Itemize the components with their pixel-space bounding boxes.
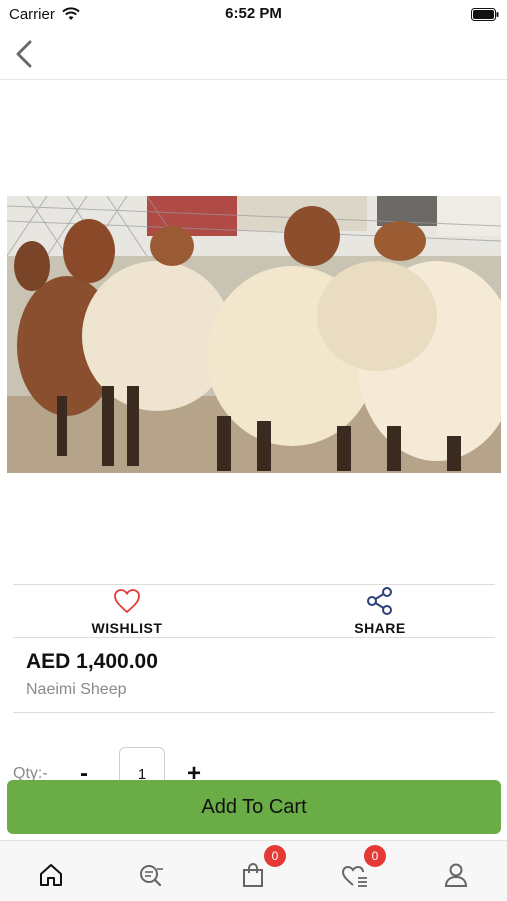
tab-search[interactable] <box>131 855 171 895</box>
divider <box>13 584 495 585</box>
battery-icon <box>471 8 499 21</box>
back-button[interactable] <box>10 36 40 72</box>
tab-profile[interactable] <box>436 855 476 895</box>
wishlist-label: WISHLIST <box>91 620 163 636</box>
heart-list-icon <box>341 865 367 887</box>
wishlist-count-badge: 0 <box>364 845 386 867</box>
chevron-left-icon <box>16 40 32 68</box>
share-label: SHARE <box>354 620 406 636</box>
home-icon <box>40 864 62 886</box>
heart-icon <box>114 589 140 614</box>
cart-count-badge: 0 <box>264 845 286 867</box>
share-icon <box>367 587 392 615</box>
share-button[interactable]: SHARE <box>300 586 460 636</box>
wishlist-button[interactable]: WISHLIST <box>47 586 207 636</box>
clock-time: 6:52 PM <box>225 5 282 22</box>
tab-home[interactable] <box>31 855 71 895</box>
tab-bar: 0 0 <box>0 840 507 901</box>
shopping-bag-icon <box>243 863 263 887</box>
user-icon <box>444 863 468 887</box>
status-bar: Carrier 6:52 PM <box>0 0 507 30</box>
divider <box>13 637 495 638</box>
divider <box>13 712 495 713</box>
product-price: AED 1,400.00 <box>26 650 158 673</box>
product-name: Naeimi Sheep <box>26 681 127 698</box>
search-icon <box>140 865 163 887</box>
product-image <box>7 196 501 473</box>
navigation-bar <box>0 30 507 80</box>
add-to-cart-button[interactable]: Add To Cart <box>7 780 501 834</box>
